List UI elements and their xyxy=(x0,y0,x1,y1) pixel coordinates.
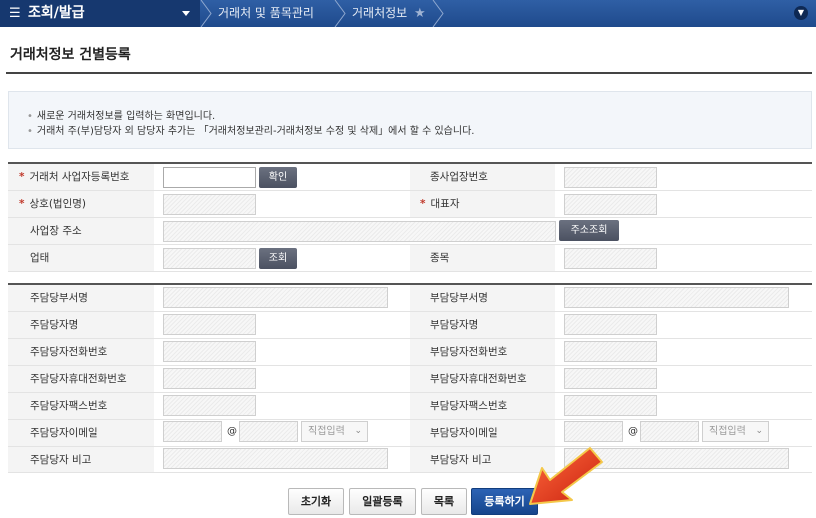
chevron-down-icon: ⌄ xyxy=(354,426,362,436)
secondary-fax-input xyxy=(564,395,657,416)
primary-phone-input xyxy=(163,341,256,362)
secondary-email-label: 부담당자이메일 xyxy=(430,427,498,439)
reg-no-label: * 거래처 사업자등록번호 xyxy=(19,171,130,183)
info-line: • 거래처 주(부)담당자 외 담당자 추가는 「거래처정보관리-거래처정보 수정… xyxy=(27,126,475,137)
secondary-mobile-input xyxy=(564,368,657,389)
secondary-mobile-label: 부담당자휴대전화번호 xyxy=(430,373,527,385)
primary-email-domain-select: 직접입력 ⌄ xyxy=(301,421,368,442)
primary-dept-label: 주담당부서명 xyxy=(30,292,88,304)
business-type-input xyxy=(163,248,256,269)
breadcrumb-item-partner-mgmt[interactable]: 거래처 및 품목관리 xyxy=(218,0,314,27)
primary-mobile-label: 주담당자휴대전화번호 xyxy=(30,373,127,385)
primary-note-input xyxy=(163,448,388,469)
bulk-register-button[interactable]: 일괄등록 xyxy=(349,488,416,515)
primary-note-label: 주담당자 비고 xyxy=(30,454,92,466)
breadcrumb-separator-icon xyxy=(334,0,346,27)
primary-email-domain-input xyxy=(239,421,298,442)
info-line: • 새로운 거래처정보를 입력하는 화면입니다. xyxy=(27,111,216,122)
address-input xyxy=(163,221,556,242)
secondary-name-label: 부담당자명 xyxy=(430,319,479,331)
list-button[interactable]: 목록 xyxy=(421,488,467,515)
sub-biz-input xyxy=(564,167,657,188)
info-text: 거래처 주(부)담당자 외 담당자 추가는 「거래처정보관리-거래처정보 수정 … xyxy=(36,126,475,137)
title-divider xyxy=(6,72,812,74)
favorite-star-icon[interactable]: ★ xyxy=(414,0,426,27)
menu-title[interactable]: 조회/발급 xyxy=(28,4,85,22)
at-sign: @ xyxy=(628,426,638,437)
primary-dept-input xyxy=(163,287,388,308)
breadcrumb-separator-icon xyxy=(200,0,212,27)
secondary-email-domain-input xyxy=(640,421,699,442)
item-label: 종목 xyxy=(430,252,450,264)
info-box: • 새로운 거래처정보를 입력하는 화면입니다. • 거래처 주(부)담당자 외 담… xyxy=(8,91,812,149)
caret-down-icon[interactable] xyxy=(182,11,190,16)
breadcrumb-item-partner-info[interactable]: 거래처정보 xyxy=(352,0,407,27)
secondary-email-id-input xyxy=(564,421,623,442)
secondary-dept-input xyxy=(564,287,789,308)
primary-name-label: 주담당자명 xyxy=(30,319,79,331)
primary-email-label: 주담당자이메일 xyxy=(30,427,98,439)
ceo-input xyxy=(564,194,657,215)
at-sign: @ xyxy=(227,426,237,437)
pointer-arrow-icon xyxy=(529,447,603,505)
reg-no-input[interactable] xyxy=(163,167,256,188)
business-type-label: 업태 xyxy=(30,252,50,264)
secondary-name-input xyxy=(564,314,657,335)
info-text: 새로운 거래처정보를 입력하는 화면입니다. xyxy=(36,111,216,122)
lookup-button[interactable]: 조회 xyxy=(259,248,297,269)
item-input xyxy=(564,248,657,269)
secondary-phone-input xyxy=(564,341,657,362)
address-label: 사업장 주소 xyxy=(30,225,82,237)
chevron-down-icon: ⌄ xyxy=(755,426,763,436)
company-name-label: * 상호(법인명) xyxy=(19,198,86,210)
secondary-email-domain-select: 직접입력 ⌄ xyxy=(702,421,769,442)
secondary-fax-label: 부담당자팩스번호 xyxy=(430,400,508,412)
primary-mobile-input xyxy=(163,368,256,389)
company-name-input xyxy=(163,194,256,215)
secondary-note-label: 부담당자 비고 xyxy=(430,454,492,466)
menu-block[interactable]: ☰ 조회/발급 xyxy=(0,0,200,27)
confirm-button[interactable]: 확인 xyxy=(259,167,297,188)
primary-email-id-input xyxy=(163,421,222,442)
breadcrumb-separator-icon xyxy=(432,0,444,27)
primary-fax-input xyxy=(163,395,256,416)
ceo-label: * 대표자 xyxy=(420,198,460,210)
primary-name-input xyxy=(163,314,256,335)
page-title: 거래처정보 건별등록 xyxy=(10,47,131,63)
hamburger-icon[interactable]: ☰ xyxy=(9,6,21,21)
secondary-phone-label: 부담당자전화번호 xyxy=(430,346,508,358)
address-search-button[interactable]: 주소조회 xyxy=(559,220,619,241)
sub-biz-label: 종사업장번호 xyxy=(430,171,488,183)
top-nav-bar: ☰ 조회/발급 거래처 및 품목관리 거래처정보 ★ ▼ xyxy=(0,0,816,27)
reset-button[interactable]: 초기화 xyxy=(288,488,344,515)
secondary-dept-label: 부담당부서명 xyxy=(430,292,488,304)
primary-fax-label: 주담당자팩스번호 xyxy=(30,400,108,412)
chevron-down-icon[interactable]: ▼ xyxy=(794,6,808,20)
primary-phone-label: 주담당자전화번호 xyxy=(30,346,108,358)
